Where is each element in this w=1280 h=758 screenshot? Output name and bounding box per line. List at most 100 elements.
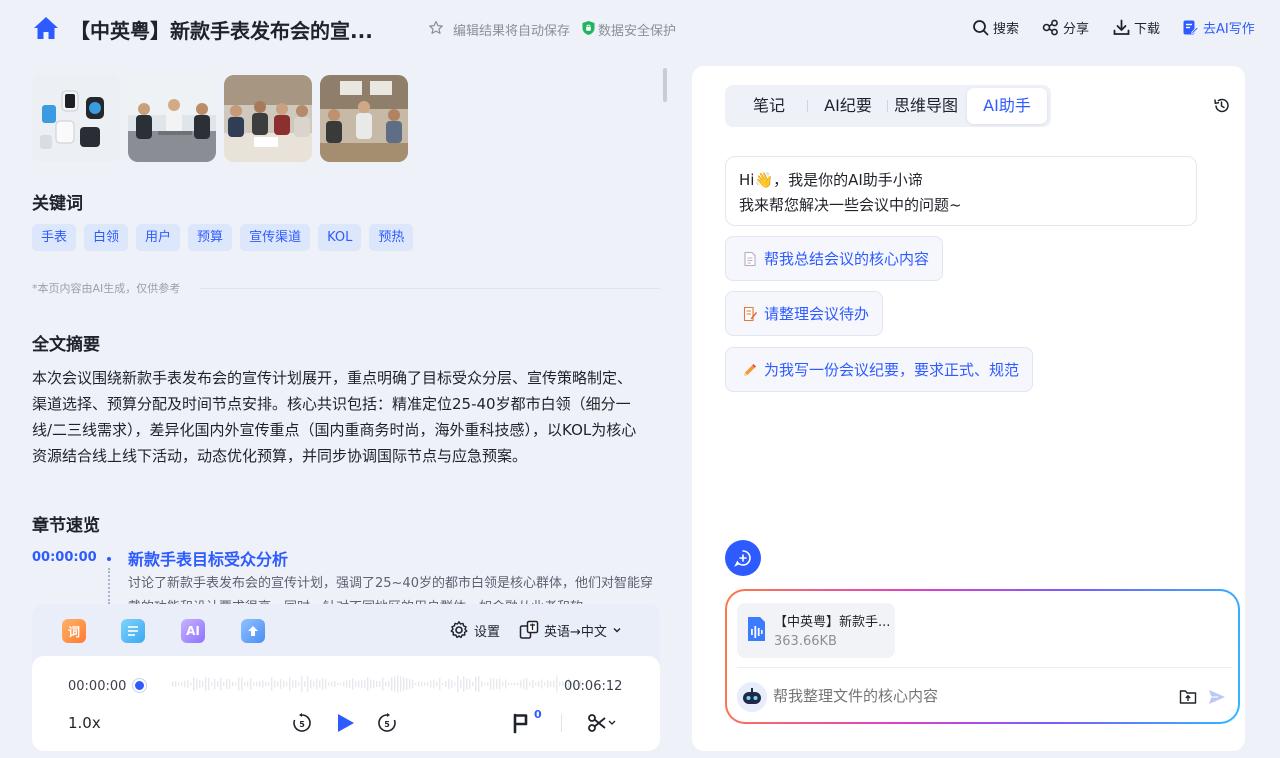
folder-upload-icon[interactable] xyxy=(1179,688,1197,706)
search-label: 搜索 xyxy=(993,22,1020,37)
waveform-bar xyxy=(364,680,366,688)
waveform-bar xyxy=(343,681,345,687)
watch-product-thumbnail[interactable] xyxy=(32,75,120,162)
waveform-bar xyxy=(226,678,228,690)
waveform-bar xyxy=(349,680,351,688)
waveform-bar xyxy=(391,676,393,692)
waveform-bar xyxy=(235,682,237,686)
composer-inner: 【中英粤】新款手... 363.66KB xyxy=(727,591,1238,722)
waveform-bar xyxy=(181,681,183,687)
current-time: 00:00:00 xyxy=(68,679,127,694)
waveform-bar xyxy=(367,677,369,691)
keyword-tag[interactable]: KOL xyxy=(318,224,362,251)
waveform-bar xyxy=(511,682,513,686)
keyword-tag[interactable]: 宣传渠道 xyxy=(240,224,311,251)
waveform-bar xyxy=(358,680,360,688)
timeline-line xyxy=(108,568,110,604)
ai-write-button[interactable]: 去AI写作 xyxy=(1182,18,1255,37)
waveform-bar xyxy=(469,679,471,689)
play-icon[interactable] xyxy=(334,712,356,734)
audio-file-icon xyxy=(748,617,765,641)
share-button[interactable]: 分享 xyxy=(1042,18,1089,37)
scissors-icon[interactable] xyxy=(587,712,619,734)
top-bar: 【中英粤】新款手表发布会的宣... 编辑结果将自动保存 数据安全保护 搜索 分享… xyxy=(0,0,1280,58)
waveform-bar xyxy=(460,679,462,689)
settings-button[interactable]: 设置 xyxy=(449,620,500,640)
waveform-bar xyxy=(478,676,480,692)
waveform-bar xyxy=(496,679,498,689)
keyword-tag[interactable]: 白领 xyxy=(84,224,129,251)
progress-handle[interactable] xyxy=(133,679,146,692)
suggestion-summarize[interactable]: 帮我总结会议的核心内容 xyxy=(725,236,944,281)
waveform-bar xyxy=(394,676,396,692)
office-photo-thumbnail[interactable] xyxy=(320,75,408,162)
scrollbar-thumb[interactable] xyxy=(663,68,667,102)
keyword-tag[interactable]: 手表 xyxy=(32,224,77,251)
waveform-bar xyxy=(274,680,276,688)
waveform-bar xyxy=(544,682,546,686)
chat-input[interactable] xyxy=(773,687,1153,705)
upload-tool-icon[interactable] xyxy=(241,619,265,643)
ai-write-label: 去AI写作 xyxy=(1203,22,1255,37)
suggestion-todos[interactable]: 请整理会议待办 xyxy=(725,291,884,336)
suggestion-label: 帮我总结会议的核心内容 xyxy=(764,250,930,268)
keyword-tag[interactable]: 预算 xyxy=(188,224,233,251)
waveform-bar xyxy=(184,680,186,688)
tab-ai-minutes[interactable]: AI纪要 xyxy=(814,85,882,127)
meeting-photo-thumbnail[interactable] xyxy=(128,75,216,162)
list-tool-icon[interactable] xyxy=(121,619,145,643)
new-chat-button[interactable] xyxy=(725,540,761,576)
home-icon[interactable] xyxy=(33,16,59,40)
waveform-bar xyxy=(208,677,210,691)
keyword-tag[interactable]: 预热 xyxy=(369,224,414,251)
keywords-heading: 关键词 xyxy=(32,194,83,214)
forward-5s-icon[interactable]: 5 xyxy=(376,712,398,734)
download-label: 下载 xyxy=(1134,22,1161,37)
shield-icon xyxy=(582,21,595,35)
attached-file-card[interactable]: 【中英粤】新款手... 363.66KB xyxy=(737,603,895,658)
waveform-bar xyxy=(421,681,423,687)
suggestion-minutes[interactable]: 为我写一份会议纪要，要求正式、规范 xyxy=(725,347,1034,392)
history-icon[interactable] xyxy=(1213,97,1230,114)
search-button[interactable]: 搜索 xyxy=(972,18,1019,37)
waveform-bar xyxy=(550,681,552,687)
total-time: 00:06:12 xyxy=(564,679,623,694)
tab-mind-map[interactable]: 思维导图 xyxy=(891,85,961,127)
rewind-5s-icon[interactable]: 5 xyxy=(291,712,313,734)
waveform-bar xyxy=(556,676,558,692)
download-button[interactable]: 下载 xyxy=(1113,18,1160,37)
waveform-bar xyxy=(268,682,270,686)
page-title[interactable]: 【中英粤】新款手表发布会的宣... xyxy=(70,15,373,44)
translate-dropdown[interactable]: 英语→中文 xyxy=(519,620,622,640)
tab-bar: 笔记 AI纪要 思维导图 AI助手 xyxy=(725,85,1051,127)
waveform-bar xyxy=(187,680,189,688)
waveform-bar xyxy=(253,682,255,686)
ai-assistant-panel: 笔记 AI纪要 思维导图 AI助手 Hi👋，我是你的AI助手小谛 我来帮您解决一… xyxy=(692,66,1245,751)
waveform-bar xyxy=(340,682,342,686)
waveform-bar xyxy=(205,676,207,692)
flag-icon[interactable] xyxy=(510,712,532,734)
robot-avatar-icon xyxy=(737,682,767,712)
waveform-bar xyxy=(505,679,507,689)
playback-speed[interactable]: 1.0x xyxy=(68,714,101,732)
keyword-tag[interactable]: 用户 xyxy=(136,224,181,251)
waveform-bar xyxy=(319,680,321,688)
gear-icon xyxy=(450,621,468,639)
tab-ai-assistant[interactable]: AI助手 xyxy=(967,88,1047,124)
ai-tool-icon[interactable]: AI xyxy=(181,619,205,643)
star-icon[interactable] xyxy=(428,20,444,36)
chapter-title[interactable]: 新款手表目标受众分析 xyxy=(128,546,288,570)
waveform-bar xyxy=(265,681,267,687)
timeline-dot xyxy=(107,557,111,561)
suggestion-label: 请整理会议待办 xyxy=(764,305,870,323)
chapter-timestamp[interactable]: 00:00:00 xyxy=(32,550,97,565)
tab-notes[interactable]: 笔记 xyxy=(737,85,801,127)
send-icon[interactable] xyxy=(1207,687,1227,707)
waveform-bar xyxy=(172,681,174,687)
waveform-bar xyxy=(445,680,447,688)
keyword-tool-icon[interactable]: 词 xyxy=(62,619,86,643)
waveform-bar xyxy=(232,681,234,687)
waveform[interactable] xyxy=(172,670,584,698)
team-photo-thumbnail[interactable] xyxy=(224,75,312,162)
waveform-bar xyxy=(325,679,327,689)
